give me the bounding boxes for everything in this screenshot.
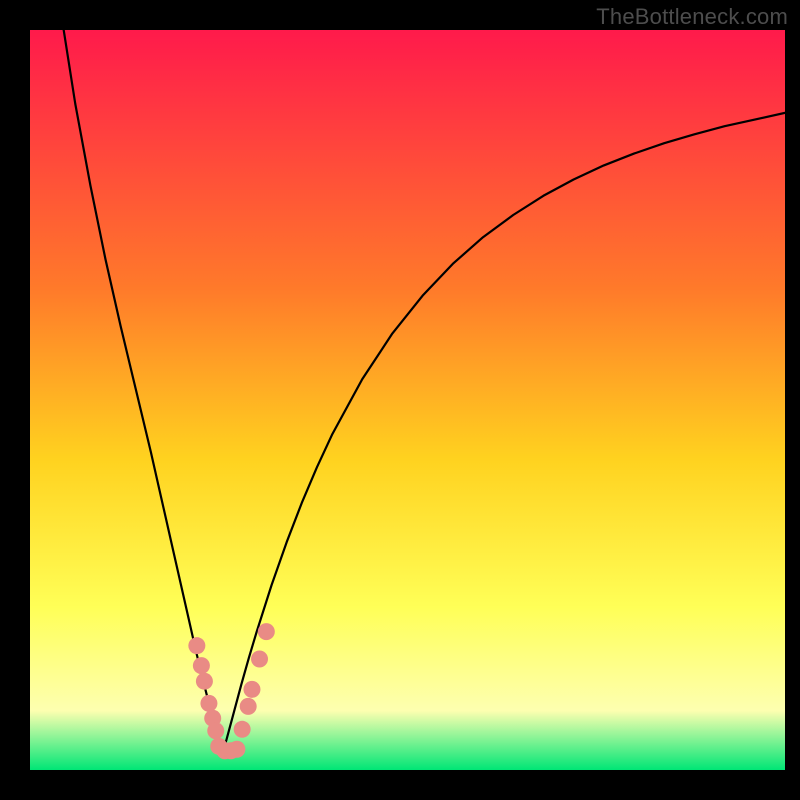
data-dot [188, 637, 205, 654]
data-dot [243, 681, 260, 698]
chart-frame: TheBottleneck.com [0, 0, 800, 800]
data-dot [251, 651, 268, 668]
data-dot [207, 722, 224, 739]
data-dot [193, 657, 210, 674]
plot-area [30, 30, 785, 770]
data-dot [234, 721, 251, 738]
data-dot [200, 695, 217, 712]
data-dot [240, 698, 257, 715]
data-dot [228, 741, 245, 758]
chart-svg [30, 30, 785, 770]
data-dot [196, 673, 213, 690]
data-dot [258, 623, 275, 640]
watermark-text: TheBottleneck.com [596, 4, 788, 30]
